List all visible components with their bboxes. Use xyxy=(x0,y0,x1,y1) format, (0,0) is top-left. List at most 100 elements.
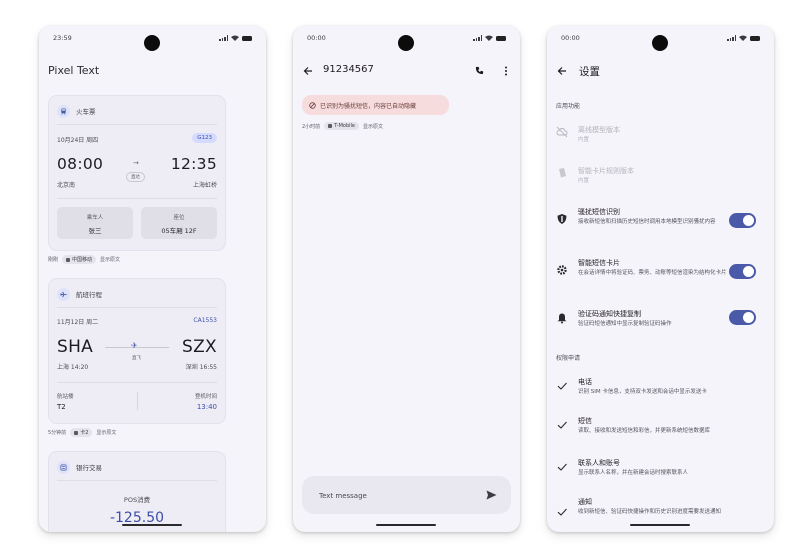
transaction-type: POS消费 xyxy=(123,496,151,504)
back-arrow-icon[interactable] xyxy=(303,66,313,76)
depart-time: 08:00 xyxy=(57,155,104,173)
plane-route-icon: ✈ xyxy=(131,341,138,350)
train-ticket-card[interactable]: 火车票 10月24日 周四 G123 08:00 12:35 → 直达 北京南 … xyxy=(48,95,226,251)
from-detail: 上海 14:20 xyxy=(57,364,89,371)
seat-value: 05车厢 12F xyxy=(161,227,197,235)
phone-screen-card-list: 23:59 Pixel Text 火车票 10月24日 周四 G123 08:0… xyxy=(39,26,266,532)
check-icon xyxy=(557,421,567,429)
smart-cards-toggle[interactable] xyxy=(729,264,756,279)
permission-desc: 显示联系人名称，并在新建会话时搜索联系人 xyxy=(578,470,689,476)
status-time: 00:00 xyxy=(561,34,580,42)
section-label-permissions: 权限申请 xyxy=(556,355,581,362)
block-icon xyxy=(309,101,316,109)
home-indicator[interactable] xyxy=(630,523,690,526)
wifi-icon xyxy=(485,35,493,41)
signal-icon xyxy=(219,35,228,41)
message-input[interactable] xyxy=(319,490,479,501)
check-icon xyxy=(557,508,567,516)
sim-icon xyxy=(74,430,79,435)
passenger-box: 乘车人 张三 xyxy=(57,207,133,239)
message-meta: 2小时前 T-Mobile 显示原文 xyxy=(302,122,383,130)
section-label-features: 应用功能 xyxy=(556,103,581,110)
setting-title: 验证码通知快捷复制 xyxy=(578,310,641,318)
setting-title: 离线模型版本 xyxy=(578,126,620,134)
signal-icon xyxy=(473,35,482,41)
train-date: 10月24日 周四 xyxy=(57,137,99,144)
flight-number: CA1553 xyxy=(193,317,217,324)
permission-title: 短信 xyxy=(578,417,592,425)
meta-time: 5分钟前 xyxy=(48,430,67,436)
permission-desc: 读取、接收和发送短信和彩信，并更新系统短信数据库 xyxy=(578,428,711,434)
sim-icon xyxy=(66,257,71,262)
flight-date: 11月12日 周二 xyxy=(57,319,99,326)
phone-screen-conversation: 00:00 91234567 已识别为骚扰短信，内容已自动隐藏 2小时前 T-M… xyxy=(293,26,520,532)
train-icon xyxy=(57,104,70,118)
train-number-badge: G123 xyxy=(192,133,217,143)
card-title: 火车票 xyxy=(76,108,96,116)
route-type-label: 直飞 xyxy=(132,356,141,361)
terminal-label: 航站楼 xyxy=(57,394,74,400)
check-icon xyxy=(557,382,567,390)
send-icon[interactable] xyxy=(486,490,497,500)
arrive-station: 上海虹桥 xyxy=(192,182,217,189)
permission-desc: 识别 SIM 卡信息，支持双卡发送和会话中显示发送卡 xyxy=(578,389,707,395)
boarding-time: 13:40 xyxy=(196,403,217,411)
page-title: 设置 xyxy=(579,66,600,78)
permission-desc: 收到新短信、验证码快捷操作和历史识别进度需要发送通知 xyxy=(578,509,722,515)
spam-detection-toggle[interactable] xyxy=(729,213,756,228)
sim-label: 中国移动 xyxy=(72,257,93,263)
meta-time: 刚刚 xyxy=(48,257,59,263)
card-title: 银行交易 xyxy=(76,464,102,472)
sim-label: 卡2 xyxy=(80,430,89,436)
battery-icon xyxy=(750,35,760,41)
phone-call-icon[interactable] xyxy=(475,66,484,75)
plane-icon xyxy=(57,287,70,301)
rules-icon xyxy=(559,168,566,178)
setting-title: 智能短信卡片 xyxy=(578,259,620,267)
wifi-icon xyxy=(739,35,747,41)
depart-station: 北京南 xyxy=(57,182,76,189)
show-original-link[interactable]: 显示原文 xyxy=(363,123,383,130)
status-time: 00:00 xyxy=(307,34,326,42)
sim-pill: T-Mobile xyxy=(324,122,359,130)
from-airport-code: SHA xyxy=(57,337,94,357)
terminal-value: T2 xyxy=(57,403,66,411)
sim-pill: 中国移动 xyxy=(62,255,97,264)
route-type-pill: 直达 xyxy=(126,172,145,182)
phone-screen-settings: 00:00 设置 应用功能 离线模型版本 内置 智能卡片规则版本 内置 骚扰短信… xyxy=(547,26,774,532)
status-time: 23:59 xyxy=(53,34,72,42)
home-indicator[interactable] xyxy=(376,523,436,526)
back-arrow-icon[interactable] xyxy=(557,66,567,76)
boarding-label: 登机时间 xyxy=(194,394,217,400)
arrive-time: 12:35 xyxy=(170,155,217,173)
card-title: 航班行程 xyxy=(76,291,102,299)
compose-bar xyxy=(302,476,511,514)
check-icon xyxy=(557,463,567,471)
info-divider xyxy=(137,392,138,410)
home-indicator[interactable] xyxy=(122,523,182,526)
show-original-link[interactable]: 显示原文 xyxy=(96,429,116,436)
bank-transaction-card[interactable]: 银行交易 POS消费 -125.50 xyxy=(48,451,226,532)
bell-icon xyxy=(557,313,567,324)
battery-icon xyxy=(242,35,252,41)
setting-desc: 接收新短信和扫描历史短信时调用本地模型识别骚扰内容 xyxy=(578,219,716,225)
signal-icon xyxy=(727,35,736,41)
setting-desc: 验证码短信通知中显示复制验证码操作 xyxy=(578,321,672,327)
flight-card[interactable]: 航班行程 11月12日 周二 CA1553 SHA SZX ✈ 直飞 上海 14… xyxy=(48,278,226,424)
spam-hidden-banner[interactable]: 已识别为骚扰短信，内容已自动隐藏 xyxy=(302,95,449,115)
show-original-link[interactable]: 显示原文 xyxy=(100,256,120,263)
setting-desc: 内置 xyxy=(578,137,590,143)
setting-desc: 在会话详情中将验证码、票务、动账等短信渲染为结构化卡片 xyxy=(578,270,727,276)
setting-title: 骚扰短信识别 xyxy=(578,208,620,216)
sim-icon xyxy=(328,124,333,128)
camera-cutout xyxy=(144,35,160,51)
more-vert-icon[interactable] xyxy=(504,66,508,76)
setting-title: 智能卡片规则版本 xyxy=(578,167,634,175)
permission-title: 联系人和账号 xyxy=(578,459,620,467)
shield-icon xyxy=(557,214,567,224)
cloud-off-icon xyxy=(556,126,568,138)
conversation-top-bar: 91234567 xyxy=(303,64,510,78)
conversation-title: 91234567 xyxy=(323,64,374,75)
message-meta: 5分钟前 卡2 显示原文 xyxy=(48,428,116,437)
otp-copy-toggle[interactable] xyxy=(729,310,756,325)
